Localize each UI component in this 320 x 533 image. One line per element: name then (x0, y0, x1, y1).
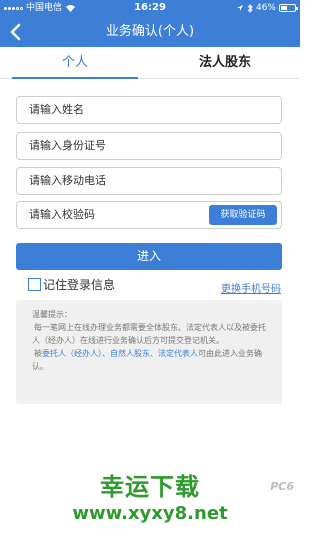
watermark-title: 幸运下载 (100, 473, 200, 501)
bluetooth-icon (247, 3, 253, 13)
battery-icon (279, 4, 298, 12)
id-number-placeholder: 请输入身份证号 (29, 139, 106, 152)
active-tab-indicator (12, 77, 138, 79)
battery-percent: 46% (255, 3, 276, 13)
verification-code-input[interactable]: 请输入校验码 获取验证码 (16, 201, 282, 229)
watermark-url: www.xyxy8.net (72, 503, 228, 524)
tab-bar: 个人 法人股东 (0, 47, 300, 79)
verification-code-placeholder: 请输入校验码 (29, 208, 95, 221)
enter-button[interactable]: 进入 (16, 243, 282, 270)
tips-prefix: 被 (34, 349, 42, 358)
watermark-badge: PC6 (270, 480, 294, 493)
page-title: 业务确认(个人) (105, 24, 195, 39)
app-header: 中国电信 16:29 46% 业务确认(个人) (0, 0, 300, 47)
name-placeholder: 请输入姓名 (29, 103, 84, 116)
name-input[interactable]: 请输入姓名 (16, 96, 282, 124)
mobile-phone-input[interactable]: 请输入移动电话 (16, 167, 282, 195)
tab-personal[interactable]: 个人 (0, 47, 150, 79)
tab-corporate-shareholder[interactable]: 法人股东 (150, 47, 300, 79)
nav-bar: 业务确认(个人) (0, 16, 300, 47)
location-icon (236, 5, 243, 11)
get-code-button[interactable]: 获取验证码 (209, 205, 277, 225)
remember-checkbox[interactable] (28, 278, 41, 291)
tips-title: 温馨提示： (32, 310, 72, 319)
tips-highlight: 委托人（经办人）、自然人股东、法定代表人 (42, 349, 198, 358)
remember-login[interactable]: 记住登录信息 (28, 276, 115, 293)
tips-paragraph-1: 每一笔网上在线办理业务都需要全体股东、法定代表人以及被委托人（经办人）在线进行业… (32, 323, 266, 345)
id-number-input[interactable]: 请输入身份证号 (16, 132, 282, 160)
change-phone-link[interactable]: 更换手机号码 (221, 280, 281, 295)
tips-paragraph-2: 被委托人（经办人）、自然人股东、法定代表人可由此进入业务确认。 (32, 347, 272, 373)
status-right: 46% (236, 0, 298, 16)
tips-box: 温馨提示： 每一笔网上在线办理业务都需要全体股东、法定代表人以及被委托人（经办人… (16, 300, 282, 404)
mobile-phone-placeholder: 请输入移动电话 (29, 174, 106, 187)
remember-label: 记住登录信息 (43, 278, 116, 292)
status-bar: 中国电信 16:29 46% (0, 0, 300, 16)
